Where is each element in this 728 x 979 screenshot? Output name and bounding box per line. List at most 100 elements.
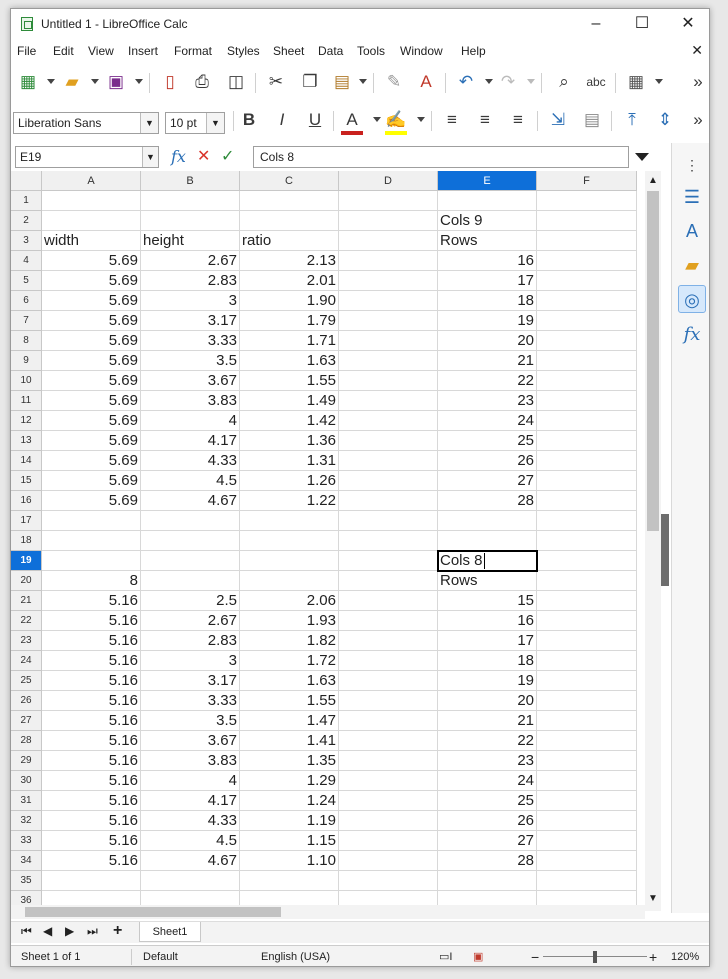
cell-e34[interactable]: 28 <box>438 851 537 871</box>
paste-icon[interactable]: ▤ <box>331 71 353 93</box>
cell-c31[interactable]: 1.24 <box>240 791 339 811</box>
align-top-icon[interactable]: ⤒ <box>621 109 643 131</box>
vertical-scrollbar[interactable]: ▲ ▼ <box>645 171 661 911</box>
cell-a20[interactable]: 8 <box>42 571 141 591</box>
cell-b3[interactable]: height <box>141 231 240 251</box>
new-spreadsheet-icon[interactable]: ▦ <box>17 71 39 93</box>
cell-a12[interactable]: 5.69 <box>42 411 141 431</box>
cell-c10[interactable]: 1.55 <box>240 371 339 391</box>
cell-e6[interactable]: 18 <box>438 291 537 311</box>
cell-f20[interactable] <box>537 571 637 591</box>
cell-e29[interactable]: 23 <box>438 751 537 771</box>
cell-d1[interactable] <box>339 191 438 211</box>
cell-f19[interactable] <box>537 551 637 571</box>
bold-button[interactable]: B <box>238 109 260 131</box>
column-header-e[interactable]: E <box>438 171 537 191</box>
cell-c28[interactable]: 1.41 <box>240 731 339 751</box>
cell-a31[interactable]: 5.16 <box>42 791 141 811</box>
cell-b30[interactable]: 4 <box>141 771 240 791</box>
menu-insert[interactable]: Insert <box>128 44 158 58</box>
row-header-8[interactable]: 8 <box>11 331 42 351</box>
menu-sheet[interactable]: Sheet <box>273 44 304 58</box>
cell-d4[interactable] <box>339 251 438 271</box>
cell-a33[interactable]: 5.16 <box>42 831 141 851</box>
cell-a28[interactable]: 5.16 <box>42 731 141 751</box>
open-dropdown-icon[interactable] <box>91 79 99 84</box>
merge-cells-icon[interactable]: ▤ <box>581 109 603 131</box>
cell-e21[interactable]: 15 <box>438 591 537 611</box>
sheet-tab-sheet1[interactable]: Sheet1 <box>139 922 201 942</box>
cell-c6[interactable]: 1.90 <box>240 291 339 311</box>
row-header-17[interactable]: 17 <box>11 511 42 531</box>
cell-d18[interactable] <box>339 531 438 551</box>
cell-a16[interactable]: 5.69 <box>42 491 141 511</box>
spreadsheet-grid[interactable]: A B C D E F 1 2 Cols 9 3 width height ratio Rows 4 5.69… <box>11 171 663 911</box>
cell-e10[interactable]: 22 <box>438 371 537 391</box>
cell-a5[interactable]: 5.69 <box>42 271 141 291</box>
horizontal-scrollbar[interactable] <box>11 905 645 919</box>
cell-b18[interactable] <box>141 531 240 551</box>
horizontal-scroll-thumb[interactable] <box>25 907 281 917</box>
cell-c24[interactable]: 1.72 <box>240 651 339 671</box>
cell-b33[interactable]: 4.5 <box>141 831 240 851</box>
cell-c22[interactable]: 1.93 <box>240 611 339 631</box>
cell-a13[interactable]: 5.69 <box>42 431 141 451</box>
cell-c33[interactable]: 1.15 <box>240 831 339 851</box>
cell-d13[interactable] <box>339 431 438 451</box>
chevron-down-icon[interactable]: ▼ <box>140 113 158 133</box>
zoom-slider-thumb[interactable] <box>593 951 597 963</box>
cell-c20[interactable] <box>240 571 339 591</box>
column-header-d[interactable]: D <box>339 171 438 191</box>
cell-e20[interactable]: Rows <box>438 571 537 591</box>
cell-d31[interactable] <box>339 791 438 811</box>
cell-f6[interactable] <box>537 291 637 311</box>
cell-a4[interactable]: 5.69 <box>42 251 141 271</box>
add-sheet-button[interactable]: + <box>113 922 122 940</box>
cell-b23[interactable]: 2.83 <box>141 631 240 651</box>
cell-d2[interactable] <box>339 211 438 231</box>
zoom-out-icon[interactable]: − <box>531 946 539 966</box>
menu-tools[interactable]: Tools <box>357 44 385 58</box>
cell-b31[interactable]: 4.17 <box>141 791 240 811</box>
cell-d15[interactable] <box>339 471 438 491</box>
cell-d35[interactable] <box>339 871 438 891</box>
zoom-level[interactable]: 120% <box>671 946 699 966</box>
language[interactable]: English (USA) <box>261 946 330 966</box>
cell-b32[interactable]: 4.33 <box>141 811 240 831</box>
row-header-33[interactable]: 33 <box>11 831 42 851</box>
cell-d29[interactable] <box>339 751 438 771</box>
cell-a29[interactable]: 5.16 <box>42 751 141 771</box>
cell-f22[interactable] <box>537 611 637 631</box>
column-header-f[interactable]: F <box>537 171 637 191</box>
cell-b35[interactable] <box>141 871 240 891</box>
cell-e18[interactable] <box>438 531 537 551</box>
redo-icon[interactable]: ↷ <box>497 71 519 93</box>
cell-e4[interactable]: 16 <box>438 251 537 271</box>
cell-f7[interactable] <box>537 311 637 331</box>
font-size-combo[interactable]: 10 pt ▼ <box>165 112 225 134</box>
cell-d12[interactable] <box>339 411 438 431</box>
undo-icon[interactable]: ↶ <box>455 71 477 93</box>
highlight-color-icon[interactable]: ✍ <box>385 109 407 135</box>
cell-d7[interactable] <box>339 311 438 331</box>
row-header-21[interactable]: 21 <box>11 591 42 611</box>
cell-f8[interactable] <box>537 331 637 351</box>
cell-b10[interactable]: 3.67 <box>141 371 240 391</box>
cell-b12[interactable]: 4 <box>141 411 240 431</box>
cell-a21[interactable]: 5.16 <box>42 591 141 611</box>
cell-b15[interactable]: 4.5 <box>141 471 240 491</box>
cell-f21[interactable] <box>537 591 637 611</box>
menu-file[interactable]: File <box>17 44 36 58</box>
formula-input[interactable]: Cols 8 <box>253 146 629 168</box>
cell-b20[interactable] <box>141 571 240 591</box>
cell-b21[interactable]: 2.5 <box>141 591 240 611</box>
export-pdf-icon[interactable]: ▯ <box>159 71 181 93</box>
first-sheet-icon[interactable]: ⏮ <box>21 924 32 939</box>
center-vertically-icon[interactable]: ⇕ <box>654 109 676 131</box>
cell-e23[interactable]: 17 <box>438 631 537 651</box>
cell-f32[interactable] <box>537 811 637 831</box>
row-header-23[interactable]: 23 <box>11 631 42 651</box>
cell-e3[interactable]: Rows <box>438 231 537 251</box>
align-center-icon[interactable]: ≡ <box>474 109 496 131</box>
cell-e2[interactable]: Cols 9 <box>438 211 537 231</box>
